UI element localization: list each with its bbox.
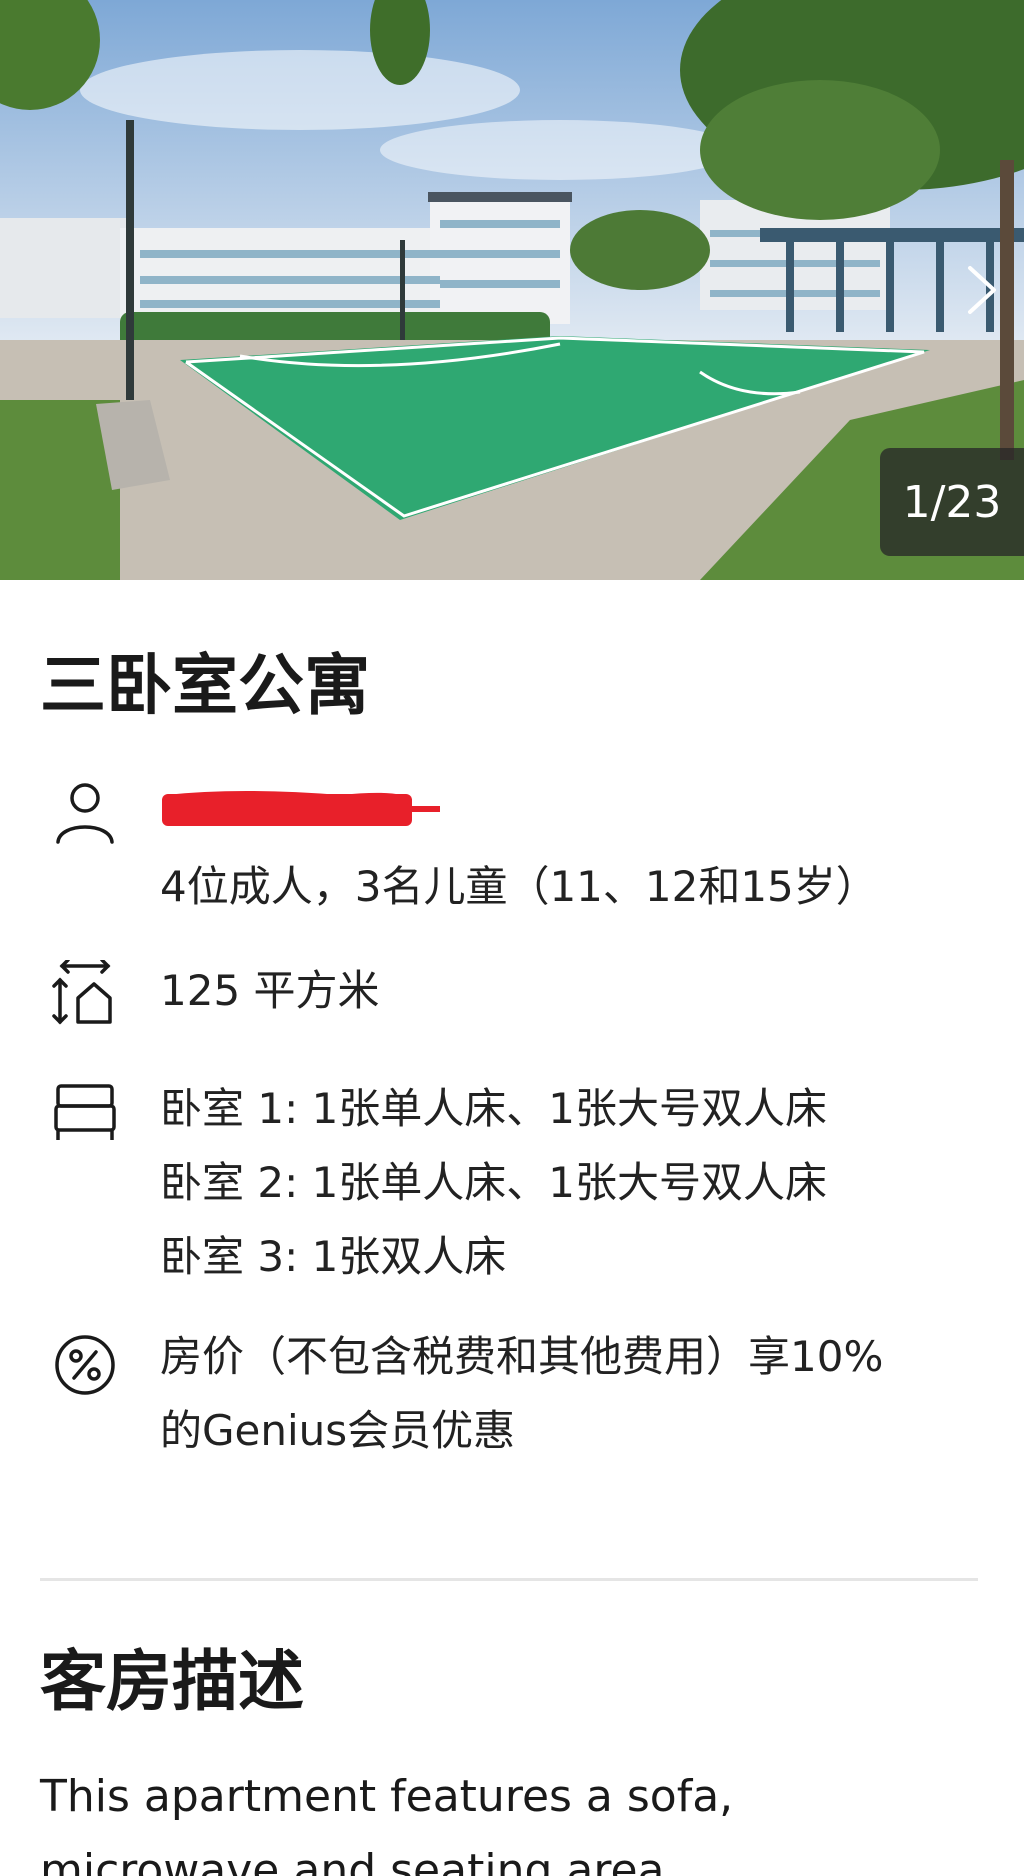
guests-row: 4位成人，3名儿童（11、12和15岁） <box>40 780 984 930</box>
beds-row: 卧室 1: 1张单人床、1张大号双人床 卧室 2: 1张单人床、1张大号双人床 … <box>40 1072 984 1302</box>
room-size: 125 平方米 <box>160 966 380 1015</box>
room-title: 三卧室公寓 <box>40 647 370 724</box>
photo-counter: 1/23 <box>880 448 1024 556</box>
chevron-right-icon <box>968 266 996 314</box>
size-row: 125 平方米 <box>40 954 984 1034</box>
discount-row: 房价（不包含税费和其他费用）享10% 的Genius会员优惠 <box>40 1320 984 1480</box>
room-description-heading: 客房描述 <box>40 1643 304 1720</box>
guest-capacity: 4位成人，3名儿童（11、12和15岁） <box>160 862 878 911</box>
section-divider <box>40 1578 978 1581</box>
genius-discount-line-1: 房价（不包含税费和其他费用）享10% <box>160 1332 884 1381</box>
room-photo <box>0 0 1024 580</box>
room-size-icon <box>52 960 112 1025</box>
next-photo-button[interactable] <box>958 258 1006 322</box>
bedroom-2-beds: 卧室 2: 1张单人床、1张大号双人床 <box>160 1158 828 1207</box>
room-photo-gallery[interactable]: 1/23 <box>0 0 1024 580</box>
bedroom-3-beds: 卧室 3: 1张双人床 <box>160 1232 507 1281</box>
redacted-guest-name <box>162 791 440 826</box>
genius-discount-line-2: 的Genius会员优惠 <box>160 1406 516 1455</box>
person-icon <box>56 783 114 844</box>
bed-icon <box>54 1084 116 1140</box>
percent-badge-icon <box>55 1335 115 1395</box>
bedroom-1-beds: 卧室 1: 1张单人床、1张大号双人床 <box>160 1084 828 1133</box>
room-description-text: This apartment features a sofa, microwav… <box>40 1771 734 1876</box>
